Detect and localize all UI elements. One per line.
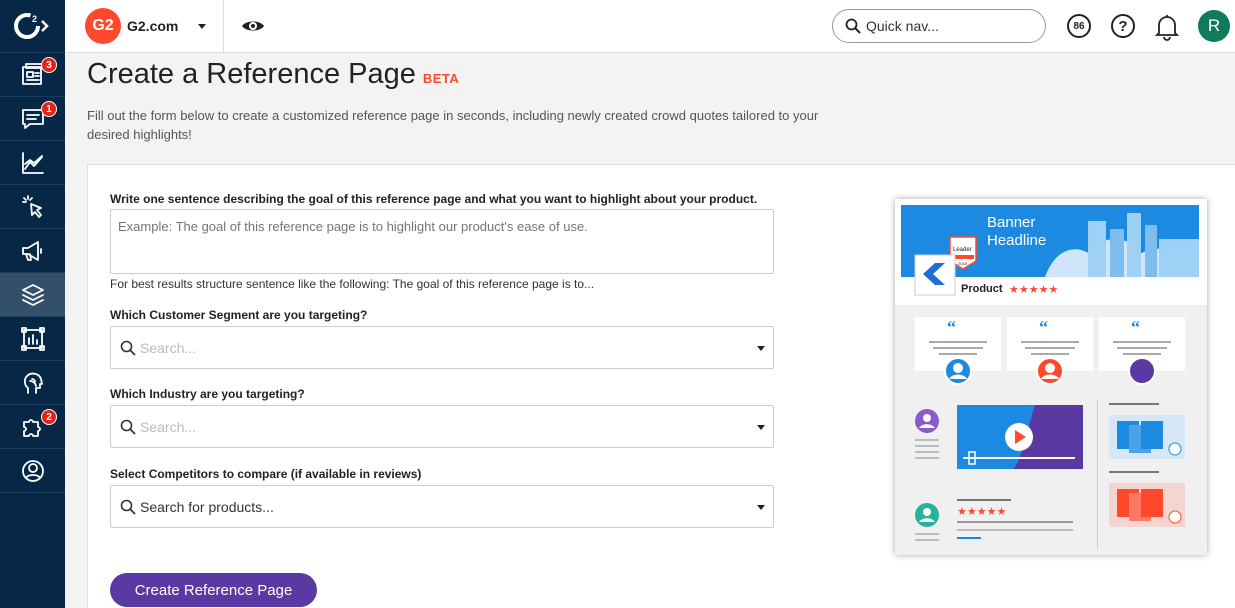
g2-brand-logo: G2 [85, 8, 121, 44]
notification-badge: 2 [41, 409, 57, 425]
report-icon [20, 326, 45, 351]
pointer-icon [21, 194, 42, 218]
segment-select[interactable]: Search... [110, 326, 774, 369]
sidebar-item-analytics[interactable] [0, 141, 65, 185]
eye-icon[interactable] [241, 14, 265, 43]
sidebar-item-content[interactable] [0, 273, 65, 317]
sidebar-item-insights[interactable] [0, 361, 65, 405]
preview-illustration: Banner Headline Leader 2018 Product ★★★★… [895, 205, 1207, 555]
megaphone-icon [21, 240, 42, 261]
industry-select[interactable]: Search... [110, 405, 774, 448]
product-switcher[interactable]: G2 G2.com [85, 8, 207, 44]
analytics-icon [21, 151, 44, 174]
sidebar-item-marketing[interactable] [0, 229, 65, 273]
quick-nav-search[interactable]: Quick nav... [832, 9, 1046, 43]
sidebar-item-messages[interactable]: 1 [0, 97, 65, 141]
g2-logo-icon: 2 [13, 13, 49, 39]
divider [223, 0, 224, 53]
notification-badge: 3 [41, 57, 57, 73]
create-reference-page-button[interactable]: Create Reference Page [110, 573, 317, 607]
industry-placeholder: Search... [140, 418, 197, 435]
sidebar-item-reviews[interactable]: 3 [0, 53, 65, 97]
quick-nav-placeholder: Quick nav... [866, 18, 939, 34]
product-label: Product [961, 283, 1003, 295]
segment-label: Which Customer Segment are you targeting… [110, 308, 368, 322]
topbar: G2 G2.com Quick nav... 86 ? R [65, 0, 1235, 53]
goal-label: Write one sentence describing the goal o… [110, 192, 758, 206]
banner-line1: Banner [987, 214, 1035, 231]
review-stars: ★★★★★ [957, 505, 1006, 518]
sidebar-item-profile[interactable] [0, 449, 65, 493]
banner-line2: Headline [987, 232, 1046, 249]
search-icon [120, 419, 136, 435]
search-icon [120, 340, 136, 356]
search-icon [845, 18, 861, 34]
product-stars: ★★★★★ [1009, 283, 1058, 296]
competitors-label: Select Competitors to compare (if availa… [110, 467, 422, 481]
goal-hint: For best results structure sentence like… [110, 277, 595, 291]
layers-icon [21, 283, 44, 306]
g2-logo[interactable]: 2 [0, 0, 65, 53]
industry-label: Which Industry are you targeting? [110, 387, 305, 401]
search-icon [120, 499, 136, 515]
chevron-down-icon [198, 23, 207, 29]
sidebar: 2 3 1 2 [0, 0, 65, 608]
beta-tag: BETA [422, 71, 460, 86]
svg-text:“: “ [1131, 317, 1140, 337]
caret-down-icon [757, 346, 765, 351]
leader-badge-year: 2018 [958, 261, 968, 266]
site-name: G2.com [127, 18, 179, 34]
competitors-placeholder: Search for products... [140, 498, 274, 515]
svg-text:2: 2 [32, 14, 37, 24]
svg-text:“: “ [1039, 317, 1048, 337]
svg-text:“: “ [947, 317, 956, 337]
help-icon[interactable]: ? [1111, 14, 1135, 38]
sidebar-item-reports[interactable] [0, 317, 65, 361]
sidebar-item-integrations[interactable]: 2 [0, 405, 65, 449]
page-description: Fill out the form below to create a cust… [87, 108, 819, 142]
reference-page-form: Write one sentence describing the goal o… [87, 164, 1235, 608]
profile-icon [21, 459, 44, 482]
page-title: Create a Reference Page BETA [87, 58, 459, 91]
bell-icon[interactable] [1154, 13, 1180, 46]
video-thumbnail [957, 405, 1083, 469]
sidebar-item-buyer-intent[interactable] [0, 185, 65, 229]
goal-textarea[interactable] [110, 209, 774, 274]
caret-down-icon [757, 425, 765, 430]
reference-page-preview: Banner Headline Leader 2018 Product ★★★★… [895, 199, 1207, 555]
avatar[interactable]: R [1198, 10, 1230, 42]
score-badge[interactable]: 86 [1067, 14, 1091, 38]
segment-placeholder: Search... [140, 339, 197, 356]
competitors-select[interactable]: Search for products... [110, 485, 774, 528]
head-icon [23, 372, 43, 394]
page-title-text: Create a Reference Page [87, 58, 416, 90]
leader-badge-text: Leader [953, 247, 972, 253]
caret-down-icon [757, 505, 765, 510]
notification-badge: 1 [41, 101, 57, 117]
